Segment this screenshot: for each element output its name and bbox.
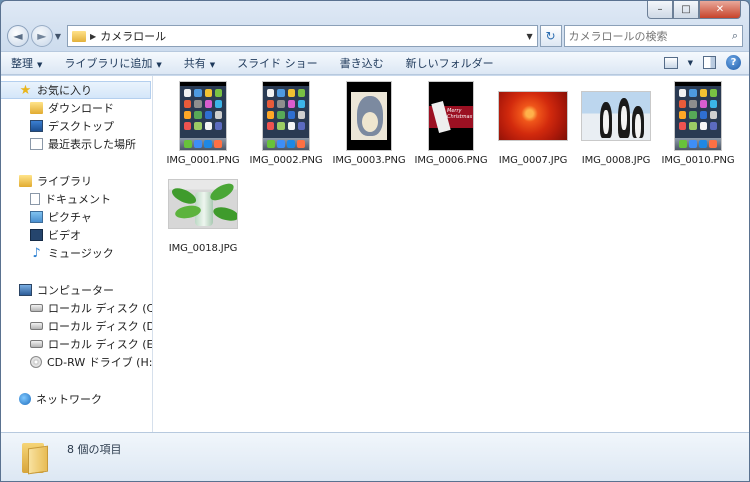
file-item[interactable]: IMG_0018.JPG [165,168,241,254]
file-name: IMG_0008.JPG [581,155,651,166]
card-text: Merry Christmas [447,107,473,120]
file-name: IMG_0010.PNG [661,155,735,166]
command-bar: 整理 ▼ ライブラリに追加 ▼ 共有 ▼ スライド ショー 書き込む 新しいフォルダー… [1,51,749,75]
recent-pages-dropdown[interactable]: ▼ [55,32,61,41]
file-item[interactable]: IMG_0001.PNG [165,80,241,166]
network-icon [19,393,31,405]
preview-pane-icon[interactable] [703,56,716,69]
file-name: IMG_0001.PNG [166,155,240,166]
chevron-down-icon: ▼ [37,61,43,69]
file-item[interactable]: IMG_0002.PNG [248,80,324,166]
help-icon[interactable]: ? [726,55,741,70]
main-area: ★ お気に入り ダウンロード デスクトップ 最近表示した場所 ライブラリ ドキュ… [1,76,749,432]
nav-favorites[interactable]: ★ お気に入り [1,81,151,99]
thumbnail-red-flower [498,90,568,141]
forward-button[interactable]: ► [30,25,53,47]
view-options-dropdown-icon[interactable]: ▼ [688,59,693,67]
thumbnail-iphone-home [179,80,227,151]
desktop-icon [30,120,43,132]
file-item[interactable]: IMG_0007.JPG [495,80,571,166]
document-icon [30,193,40,205]
refresh-button[interactable]: ↻ [539,25,562,47]
music-note-icon: ♪ [32,245,41,261]
search-input[interactable] [568,29,719,43]
thumbnail-totoro [346,80,392,151]
computer-icon [19,284,32,296]
file-name: IMG_0018.JPG [168,243,238,254]
nav-documents[interactable]: ドキュメント [1,190,152,208]
chevron-down-icon: ▼ [209,61,216,69]
thumbnail-iphone-home [674,80,722,151]
search-box[interactable]: ⌕ [563,25,743,47]
thumbnail-penguins [581,90,651,141]
nav-videos[interactable]: ビデオ [1,226,152,244]
add-to-library-button[interactable]: ライブラリに追加 ▼ [64,55,161,71]
nav-recent-places[interactable]: 最近表示した場所 [1,135,152,153]
nav-desktop[interactable]: デスクトップ [1,117,152,135]
file-item[interactable]: Merry Christmas IMG_0006.PNG [413,80,489,166]
address-dropdown-icon[interactable]: ▼ [526,32,532,41]
nav-drive-d[interactable]: ローカル ディスク (D:) [1,317,152,335]
share-button[interactable]: 共有 ▼ [184,55,215,71]
details-pane: 8 個の項目 [1,432,749,481]
thumbnail-iphone-home [262,80,310,151]
file-list[interactable]: IMG_0001.PNG IMG_0002.PNG IMG_0003.PNG M… [153,76,749,432]
navigation-pane[interactable]: ★ お気に入り ダウンロード デスクトップ 最近表示した場所 ライブラリ ドキュ… [1,76,153,432]
slideshow-button[interactable]: スライド ショー [237,55,318,71]
nav-network[interactable]: ネットワーク [1,390,152,408]
hard-disk-icon [30,304,43,312]
close-button[interactable]: ✕ [699,1,741,19]
nav-libraries[interactable]: ライブラリ [1,172,152,190]
folder-icon [22,441,48,475]
file-name: IMG_0006.PNG [414,155,488,166]
address-row: ◄ ► ▼ ▶ カメラロール ▼ ↻ ⌕ [7,23,743,49]
chevron-down-icon: ▼ [156,61,162,69]
thumbnail-card: Merry Christmas [428,80,474,151]
back-button[interactable]: ◄ [7,25,29,47]
file-item[interactable]: IMG_0008.JPG [578,80,654,166]
downloads-folder-icon [30,102,43,114]
cd-drive-icon [30,356,42,368]
organize-button[interactable]: 整理 ▼ [11,55,42,71]
recent-places-icon [30,138,43,150]
nav-drive-e[interactable]: ローカル ディスク (E:) [1,335,152,353]
thumbnail-plant [168,178,238,229]
file-item[interactable]: IMG_0003.PNG [331,80,407,166]
hard-disk-icon [30,322,43,330]
file-item[interactable]: IMG_0010.PNG [660,80,736,166]
breadcrumb-camera-roll[interactable]: カメラロール [100,28,166,44]
breadcrumb-chevron-icon[interactable]: ▶ [90,32,96,41]
nav-drive-h[interactable]: CD-RW ドライブ (H:) [1,353,152,371]
address-bar[interactable]: ▶ カメラロール ▼ [67,25,538,47]
folder-icon [72,30,87,42]
change-view-icon[interactable] [663,56,678,69]
explorer-window: – □ ✕ ◄ ► ▼ ▶ カメラロール ▼ ↻ ⌕ 整理▼ ライブラリに追加▼… [0,0,750,482]
star-icon: ★ [19,82,32,98]
item-count: 8 個の項目 [67,443,122,456]
nav-pictures[interactable]: ピクチャ [1,208,152,226]
file-name: IMG_0007.JPG [498,155,568,166]
nav-drive-c[interactable]: ローカル ディスク (C:) [1,299,152,317]
libraries-icon [19,175,32,187]
nav-music[interactable]: ♪ ミュージック [1,244,152,262]
nav-downloads[interactable]: ダウンロード [1,99,152,117]
maximize-button[interactable]: □ [673,1,699,19]
burn-button[interactable]: 書き込む [340,55,384,71]
new-folder-button[interactable]: 新しいフォルダー [406,55,494,71]
file-name: IMG_0003.PNG [332,155,406,166]
search-icon[interactable]: ⌕ [732,29,738,43]
video-icon [30,229,43,241]
pictures-icon [30,211,43,223]
command-bar-right: ▼ ? [663,55,741,70]
minimize-button[interactable]: – [647,1,673,19]
caption-buttons: – □ ✕ [647,1,741,19]
nav-computer[interactable]: コンピューター [1,281,152,299]
hard-disk-icon [30,340,43,348]
file-name: IMG_0002.PNG [249,155,323,166]
